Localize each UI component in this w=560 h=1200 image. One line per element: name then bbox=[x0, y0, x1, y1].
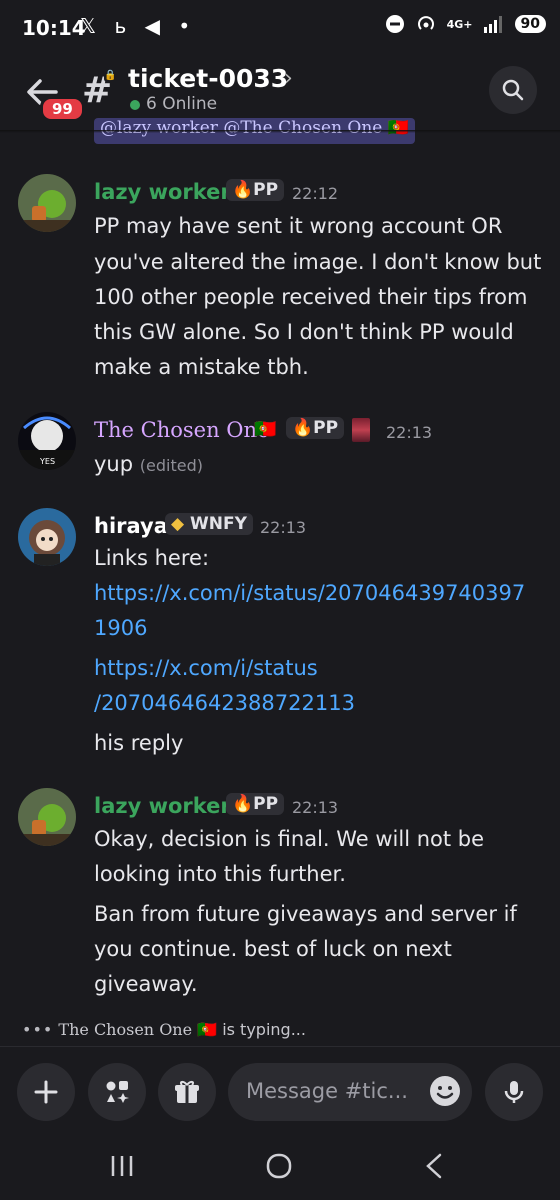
online-count: 6 Online bbox=[146, 94, 218, 114]
search-icon bbox=[502, 79, 524, 101]
system-nav-bar bbox=[0, 1136, 560, 1200]
network-label: 4G+ bbox=[446, 17, 473, 31]
apps-button[interactable] bbox=[88, 1063, 146, 1121]
typing-dots-icon: ••• bbox=[22, 1020, 54, 1039]
status-bar: 10:14 𝕏 ь ◀ • 4G+ 90 bbox=[0, 0, 560, 56]
badge-icon bbox=[352, 418, 370, 442]
author-name[interactable]: lazy worker bbox=[94, 180, 231, 204]
typing-indicator: ••• The Chosen One 🇵🇹 is typing... bbox=[22, 1020, 306, 1039]
timestamp: 22:13 bbox=[386, 423, 433, 442]
typing-text: is typing... bbox=[222, 1020, 306, 1039]
anime-avatar-icon bbox=[18, 508, 76, 566]
link[interactable]: 1906 bbox=[94, 611, 147, 646]
timestamp: 22:13 bbox=[292, 798, 339, 817]
back-icon[interactable] bbox=[420, 1151, 448, 1181]
message-line: you've altered the image. I don't know b… bbox=[94, 250, 542, 274]
system-icons: 4G+ 90 bbox=[385, 14, 546, 34]
message-input-placeholder: Message #tic... bbox=[246, 1079, 408, 1103]
recents-icon[interactable] bbox=[108, 1152, 136, 1180]
author-name[interactable]: hiraya bbox=[94, 514, 168, 538]
stack-icon: ◆ bbox=[171, 514, 185, 534]
plus-icon bbox=[34, 1080, 58, 1104]
avatar[interactable] bbox=[18, 174, 76, 232]
timestamp: 22:12 bbox=[292, 184, 339, 203]
voice-message-button[interactable] bbox=[485, 1063, 543, 1121]
link[interactable]: https://x.com/i/status bbox=[94, 651, 318, 686]
message-line: 100 other people received their tips fro… bbox=[94, 285, 528, 309]
message-line: you continue. best of luck on next bbox=[94, 937, 452, 961]
role-tag[interactable]: 🔥PP bbox=[286, 417, 345, 439]
composer-bar: Message #tic... bbox=[0, 1046, 560, 1137]
flag-emoji: 🇵🇹 bbox=[197, 1020, 218, 1039]
role-tag-label: WNFY bbox=[190, 514, 247, 534]
notification-icons: 𝕏 ь ◀ • bbox=[80, 14, 197, 38]
typing-user: The Chosen One bbox=[58, 1020, 193, 1039]
avatar[interactable] bbox=[18, 508, 76, 566]
battery-level: 90 bbox=[514, 15, 546, 33]
message-line: Links here: bbox=[94, 546, 210, 570]
emoji-icon bbox=[430, 1076, 460, 1106]
role-tag[interactable]: ◆ WNFY bbox=[165, 513, 253, 535]
link[interactable]: https://x.com/i/status/207046439740397 bbox=[94, 576, 525, 611]
online-status-dot bbox=[130, 100, 140, 110]
emoji-button[interactable] bbox=[428, 1074, 462, 1108]
message-line: Ban from future giveaways and server if bbox=[94, 902, 517, 926]
message-text: yup bbox=[94, 452, 134, 476]
message-line: make a mistake tbh. bbox=[94, 355, 309, 379]
flag-emoji: 🇵🇹 bbox=[254, 419, 277, 440]
message-line: yup (edited) bbox=[94, 447, 203, 483]
hotspot-icon bbox=[417, 16, 434, 30]
message-line: PP may have sent it wrong account OR bbox=[94, 214, 503, 238]
timestamp: 22:13 bbox=[260, 518, 307, 537]
lock-icon: 🔒 bbox=[104, 70, 117, 82]
message-line: his reply bbox=[94, 731, 184, 755]
author-name[interactable]: The Chosen One bbox=[94, 418, 269, 442]
edited-label: (edited) bbox=[139, 456, 203, 475]
svg-text:YES: YES bbox=[39, 457, 55, 466]
status-time: 10:14 bbox=[22, 16, 86, 40]
home-icon[interactable] bbox=[264, 1151, 294, 1181]
avatar[interactable]: YES bbox=[18, 412, 76, 470]
signal-icon bbox=[483, 16, 502, 33]
message-line: this GW alone. So I don't think PP would bbox=[94, 320, 514, 344]
apps-icon bbox=[106, 1081, 129, 1103]
channel-title[interactable]: ticket-0033 bbox=[128, 64, 288, 93]
microphone-icon bbox=[504, 1081, 524, 1103]
kermit-avatar-icon bbox=[18, 174, 76, 232]
role-tag[interactable]: 🔥PP bbox=[226, 179, 285, 201]
role-tag[interactable]: 🔥PP bbox=[226, 793, 285, 815]
gift-button[interactable] bbox=[158, 1063, 216, 1121]
link[interactable]: /2070464642388722113 bbox=[94, 686, 355, 721]
kermit-avatar-icon bbox=[18, 788, 76, 846]
search-button[interactable] bbox=[489, 66, 537, 114]
dnd-icon bbox=[385, 15, 404, 33]
yes-avatar-icon: YES bbox=[18, 412, 76, 470]
mention-count-badge: 99 bbox=[40, 96, 85, 122]
message-line: looking into this further. bbox=[94, 862, 346, 886]
header-divider bbox=[0, 130, 560, 133]
chevron-right-icon[interactable]: › bbox=[284, 66, 293, 91]
avatar[interactable] bbox=[18, 788, 76, 846]
message-line: giveaway. bbox=[94, 972, 198, 996]
message-line: Okay, decision is final. We will not be bbox=[94, 827, 485, 851]
add-attachment-button[interactable] bbox=[17, 1063, 75, 1121]
author-name[interactable]: lazy worker bbox=[94, 794, 231, 818]
gift-icon bbox=[175, 1081, 199, 1103]
